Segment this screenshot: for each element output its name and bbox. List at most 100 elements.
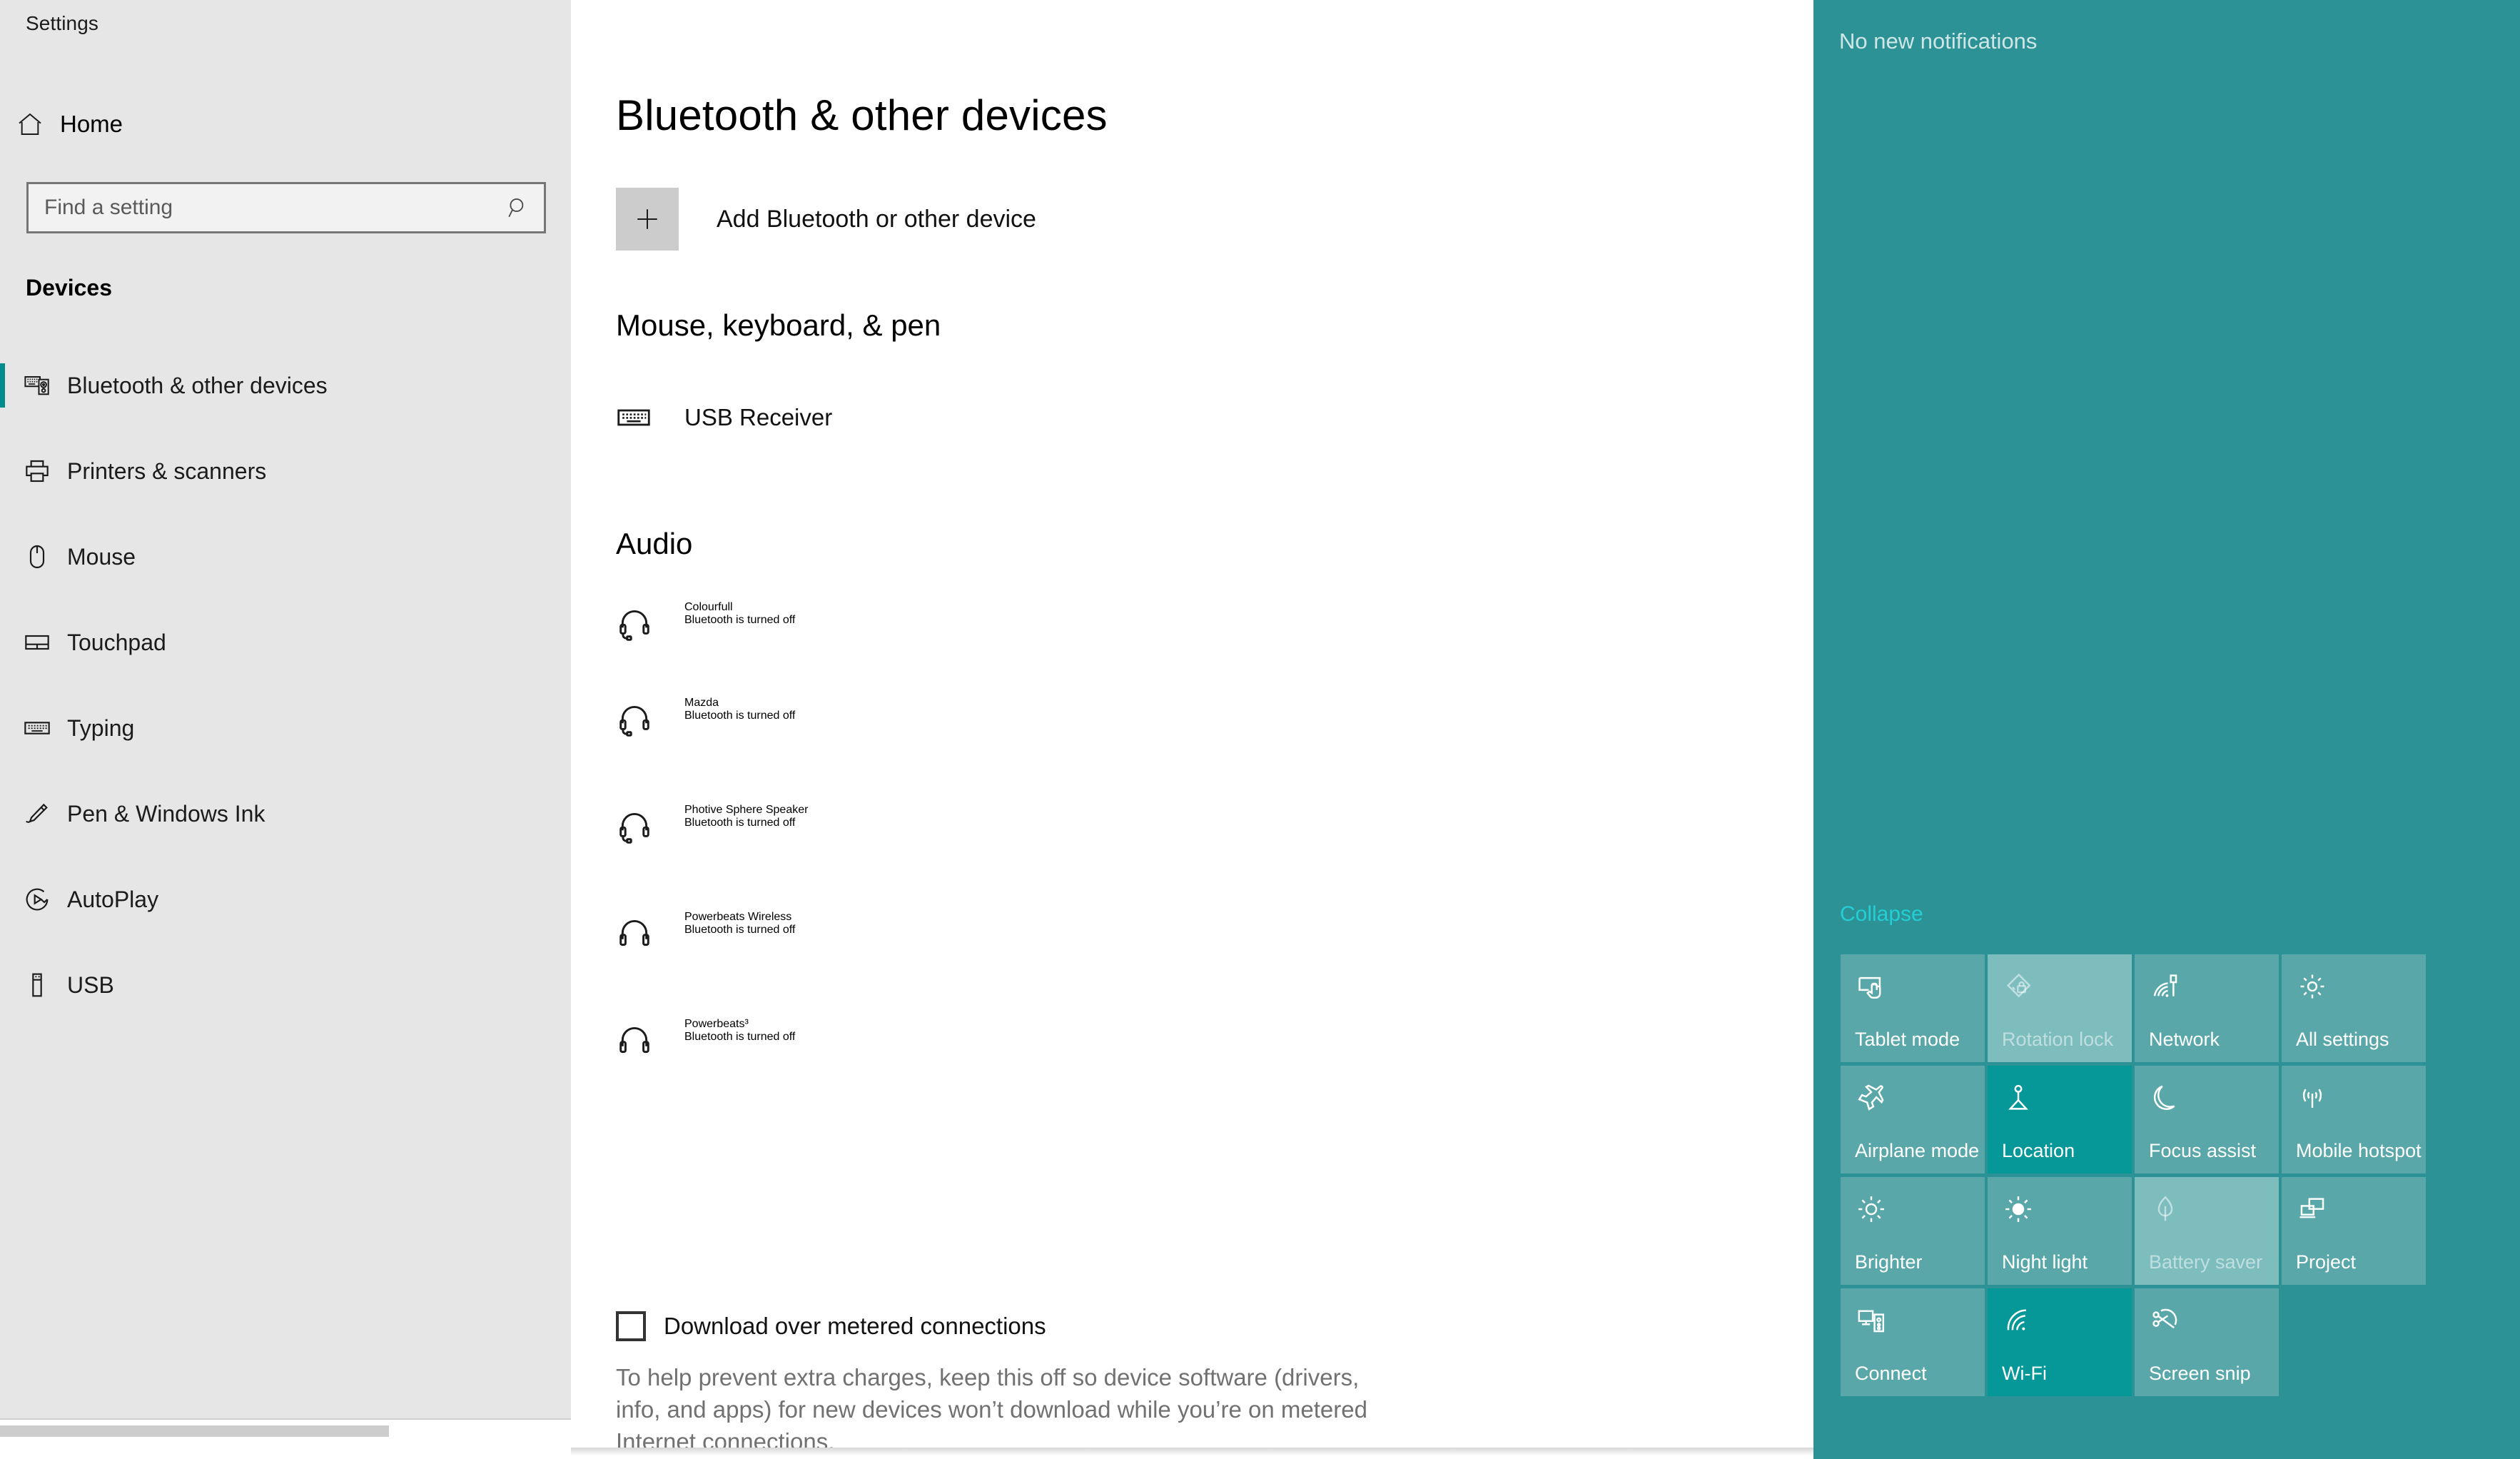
sidebar-item-label: Pen & Windows Ink bbox=[67, 800, 265, 827]
quick-action-night-light[interactable]: Night light bbox=[1988, 1177, 2132, 1285]
selection-indicator bbox=[0, 363, 5, 408]
add-bluetooth-or-other-device-button[interactable]: Add Bluetooth or other device bbox=[616, 188, 1036, 251]
add-device-label: Add Bluetooth or other device bbox=[717, 205, 1036, 233]
search-icon[interactable] bbox=[492, 196, 544, 220]
tile-label: Airplane mode bbox=[1855, 1140, 1980, 1161]
airplane-icon bbox=[1855, 1081, 1888, 1114]
quick-action-focus-assist[interactable]: Focus assist bbox=[2135, 1066, 2279, 1173]
headset-icon bbox=[616, 804, 673, 845]
screen: Settings Home Find a setting Devices Blu… bbox=[0, 0, 2520, 1459]
device-status: Bluetooth is turned off bbox=[684, 817, 796, 829]
tile-label: Connect bbox=[1855, 1363, 1927, 1384]
home-icon bbox=[0, 110, 60, 138]
sidebar-item-mouse[interactable]: Mouse bbox=[0, 514, 571, 600]
device-name: USB Receiver bbox=[684, 403, 833, 430]
sidebar-item-home[interactable]: Home bbox=[0, 99, 571, 150]
device-name: Powerbeats Wireless bbox=[684, 911, 792, 923]
device-text: USB Receiver bbox=[684, 405, 832, 430]
quick-action-wifi[interactable]: Wi-Fi bbox=[1988, 1288, 2132, 1396]
device-name: Mazda bbox=[684, 697, 719, 709]
quick-action-location[interactable]: Location bbox=[1988, 1066, 2132, 1173]
quick-action-tablet-mode[interactable]: Tablet mode bbox=[1841, 954, 1985, 1062]
quick-action-battery-saver[interactable]: Battery saver bbox=[2135, 1177, 2279, 1285]
device-text: Colourfull Bluetooth is turned off bbox=[684, 601, 795, 627]
sidebar-item-label: USB bbox=[67, 971, 114, 998]
sidebar-nav-list: Bluetooth & other devices Printers & sca… bbox=[0, 343, 571, 1028]
rotation-lock-icon bbox=[2002, 970, 2035, 1003]
sidebar-category-heading: Devices bbox=[26, 275, 112, 301]
section-heading-audio: Audio bbox=[616, 527, 693, 560]
device-row-powerbeats-3[interactable]: Powerbeats³ Bluetooth is turned off bbox=[616, 1018, 795, 1059]
sidebar-item-typing[interactable]: Typing bbox=[0, 685, 571, 771]
app-title: Settings bbox=[26, 12, 98, 34]
device-name: Powerbeats³ bbox=[684, 1018, 749, 1030]
tile-label: Brighter bbox=[1855, 1251, 1923, 1273]
headphones-icon bbox=[616, 1018, 673, 1059]
download-over-metered-connections-checkbox-row[interactable]: Download over metered connections bbox=[616, 1311, 1046, 1341]
collapse-link[interactable]: Collapse bbox=[1840, 902, 1923, 927]
sidebar-item-bluetooth-and-other-devices[interactable]: Bluetooth & other devices bbox=[0, 343, 571, 428]
touchpad-icon bbox=[7, 628, 67, 657]
pen-icon bbox=[7, 799, 67, 828]
device-row-powerbeats-wireless[interactable]: Powerbeats Wireless Bluetooth is turned … bbox=[616, 911, 795, 952]
bluetooth-devices-icon bbox=[7, 371, 67, 400]
wifi-icon bbox=[2002, 1304, 2035, 1337]
device-status: Bluetooth is turned off bbox=[684, 1031, 796, 1043]
quick-action-empty-slot bbox=[2282, 1288, 2426, 1396]
device-text: Powerbeats Wireless Bluetooth is turned … bbox=[684, 911, 795, 937]
sidebar-item-label: AutoPlay bbox=[67, 886, 159, 912]
gear-icon bbox=[2296, 970, 2329, 1003]
quick-action-mobile-hotspot[interactable]: Mobile hotspot bbox=[2282, 1066, 2426, 1173]
sidebar-item-pen-and-windows-ink[interactable]: Pen & Windows Ink bbox=[0, 771, 571, 857]
night-light-icon bbox=[2002, 1193, 2035, 1226]
sidebar-horizontal-scrollbar[interactable] bbox=[0, 1418, 571, 1443]
sidebar-item-label: Touchpad bbox=[67, 629, 166, 655]
sidebar-item-touchpad[interactable]: Touchpad bbox=[0, 600, 571, 685]
page-title: Bluetooth & other devices bbox=[616, 91, 1108, 139]
main-content: Bluetooth & other devices Add Bluetooth … bbox=[571, 0, 1813, 1448]
settings-window: Settings Home Find a setting Devices Blu… bbox=[0, 0, 1813, 1459]
quick-action-brighter[interactable]: Brighter bbox=[1841, 1177, 1985, 1285]
keyboard-icon bbox=[7, 714, 67, 742]
device-text: Photive Sphere Speaker Bluetooth is turn… bbox=[684, 804, 808, 829]
headset-icon bbox=[616, 601, 673, 642]
network-icon bbox=[2149, 970, 2182, 1003]
tile-label: Battery saver bbox=[2149, 1251, 2263, 1273]
tile-label: Mobile hotspot bbox=[2296, 1140, 2422, 1161]
tile-label: Network bbox=[2149, 1029, 2220, 1050]
sidebar-item-printers-and-scanners[interactable]: Printers & scanners bbox=[0, 428, 571, 514]
device-text: Mazda Bluetooth is turned off bbox=[684, 697, 795, 722]
tile-label: Tablet mode bbox=[1855, 1029, 1960, 1050]
sidebar: Settings Home Find a setting Devices Blu… bbox=[0, 0, 571, 1443]
quick-action-project[interactable]: Project bbox=[2282, 1177, 2426, 1285]
device-status: Bluetooth is turned off bbox=[684, 614, 796, 626]
search-input[interactable] bbox=[29, 184, 492, 231]
tile-label: Night light bbox=[2002, 1251, 2088, 1273]
mouse-icon bbox=[7, 542, 67, 571]
no-new-notifications-text: No new notifications bbox=[1839, 29, 2038, 54]
quick-action-network[interactable]: Network bbox=[2135, 954, 2279, 1062]
quick-action-screen-snip[interactable]: Screen snip bbox=[2135, 1288, 2279, 1396]
sidebar-item-home-label: Home bbox=[60, 111, 123, 137]
snip-icon bbox=[2149, 1304, 2182, 1337]
device-row-photive-sphere-speaker[interactable]: Photive Sphere Speaker Bluetooth is turn… bbox=[616, 804, 808, 845]
metered-description: To help prevent extra charges, keep this… bbox=[616, 1364, 1367, 1448]
device-row-colourfull[interactable]: Colourfull Bluetooth is turned off bbox=[616, 601, 795, 642]
tile-label: Project bbox=[2296, 1251, 2357, 1273]
sidebar-item-usb[interactable]: USB bbox=[0, 942, 571, 1028]
sidebar-item-autoplay[interactable]: AutoPlay bbox=[0, 857, 571, 942]
quick-action-all-settings[interactable]: All settings bbox=[2282, 954, 2426, 1062]
moon-icon bbox=[2149, 1081, 2182, 1114]
scrollbar-thumb[interactable] bbox=[0, 1425, 389, 1437]
device-row-mazda[interactable]: Mazda Bluetooth is turned off bbox=[616, 697, 795, 738]
project-icon bbox=[2296, 1193, 2329, 1226]
quick-action-airplane-mode[interactable]: Airplane mode bbox=[1841, 1066, 1985, 1173]
headphones-icon bbox=[616, 911, 673, 952]
quick-action-rotation-lock[interactable]: Rotation lock bbox=[1988, 954, 2132, 1062]
sidebar-item-label: Mouse bbox=[67, 543, 136, 570]
checkbox[interactable] bbox=[616, 1311, 646, 1341]
quick-action-connect[interactable]: Connect bbox=[1841, 1288, 1985, 1396]
device-row-usb-receiver[interactable]: USB Receiver bbox=[616, 400, 832, 435]
tablet-mode-icon bbox=[1855, 970, 1888, 1003]
search-box[interactable] bbox=[26, 182, 546, 233]
